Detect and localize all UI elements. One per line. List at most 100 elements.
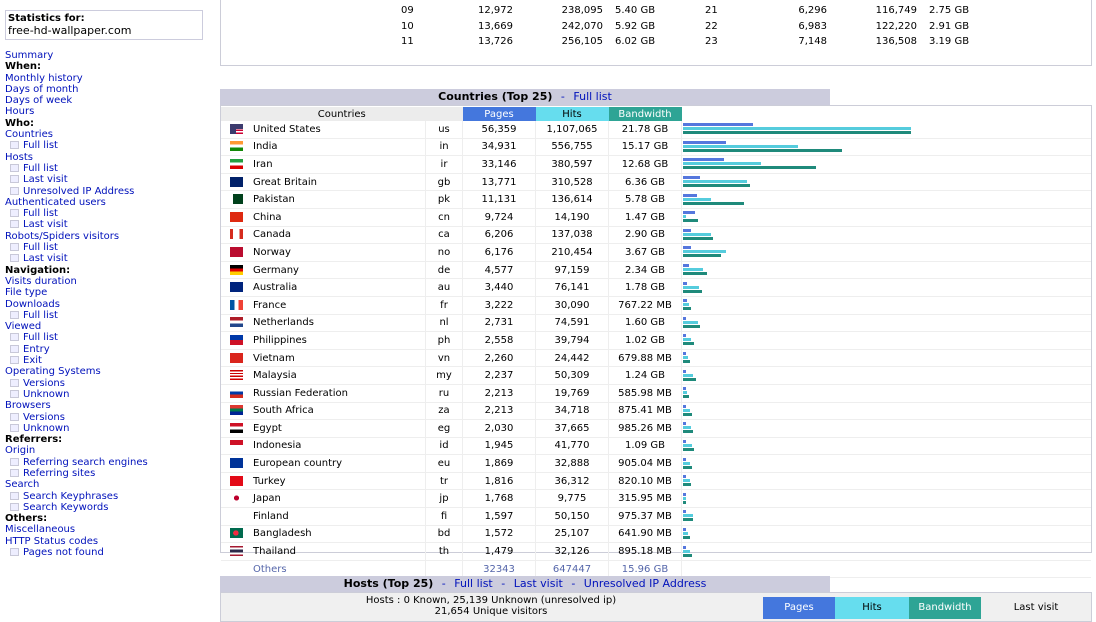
country-bandwidth: 895.18 MB — [608, 542, 682, 561]
menu-hosts[interactable]: Hosts — [5, 152, 205, 163]
country-bandwidth: 985.26 MB — [608, 419, 682, 438]
hours-row: 09 12,972 238,095 5.40 GB 21 6,296 116,749 2.75… — [401, 3, 989, 19]
country-pages: 56,359 — [462, 121, 536, 139]
country-bars — [682, 386, 1091, 400]
menu-summary[interactable]: Summary — [5, 50, 205, 61]
country-name: Vietnam — [251, 349, 426, 368]
menu-countries-full-list[interactable]: Full list — [5, 140, 205, 151]
menu-label: Days of week — [5, 95, 73, 107]
hits-bar — [683, 250, 727, 254]
country-pages: 6,206 — [462, 226, 536, 245]
menu-pages-not-found[interactable]: Pages not found — [5, 547, 205, 558]
country-bandwidth: 1.60 GB — [608, 314, 682, 333]
menu-downloads-full-list[interactable]: Full list — [5, 310, 205, 321]
menu-robots-last-visit[interactable]: Last visit — [5, 253, 205, 264]
menu-hosts-full-list[interactable]: Full list — [5, 163, 205, 174]
country-hits: 97,159 — [535, 261, 609, 280]
country-row: Finland fi 1,597 50,150 975.37 MB — [221, 507, 1091, 526]
menu-browsers[interactable]: Browsers — [5, 400, 205, 411]
menu-operating-systems[interactable]: Operating Systems — [5, 366, 205, 377]
menu-label: Full list — [23, 309, 58, 321]
menu-os-unknown[interactable]: Unknown — [5, 389, 205, 400]
menu-label: Last visit — [23, 174, 68, 186]
submenu-icon — [10, 186, 19, 195]
country-graph — [681, 173, 1091, 192]
menu-label: Search Keyphrases — [23, 490, 119, 502]
menu-http-status-codes[interactable]: HTTP Status codes — [5, 536, 205, 547]
flag-ru-icon — [229, 387, 243, 398]
pages-bar — [683, 352, 686, 356]
menu-robots-full-list[interactable]: Full list — [5, 242, 205, 253]
hosts-summary-line1: Hosts : 0 Known, 25,139 Unknown (unresol… — [365, 595, 617, 606]
menu-browsers-versions[interactable]: Versions — [5, 412, 205, 423]
country-code: my — [425, 366, 463, 385]
country-bars — [682, 263, 1091, 277]
country-bandwidth: 12.68 GB — [608, 155, 682, 174]
menu-countries[interactable]: Countries — [5, 129, 205, 140]
menu-referring-search-engines[interactable]: Referring search engines — [5, 457, 205, 468]
menu-file-type[interactable]: File type — [5, 287, 205, 298]
hosts-unresolved-ip-link[interactable]: Unresolved IP Address — [584, 577, 707, 590]
menu-viewed-exit[interactable]: Exit — [5, 355, 205, 366]
menu-os-versions[interactable]: Versions — [5, 378, 205, 389]
menu-visits-duration[interactable]: Visits duration — [5, 276, 205, 287]
hosts-table-box: Hosts : 0 Known, 25,139 Unknown (unresol… — [220, 592, 1092, 622]
country-bars — [682, 439, 1091, 453]
country-row: European country eu 1,869 32,888 905.04 MB — [221, 454, 1091, 473]
menu-search-keywords[interactable]: Search Keywords — [5, 502, 205, 513]
menu-hosts-unresolved-ip[interactable]: Unresolved IP Address — [5, 186, 205, 197]
country-code: ir — [425, 155, 463, 174]
country-pages: 4,577 — [462, 261, 536, 280]
country-graph — [681, 454, 1091, 473]
menu-hours[interactable]: Hours — [5, 106, 205, 117]
country-row: China cn 9,724 14,190 1.47 GB — [221, 208, 1091, 227]
menu-downloads[interactable]: Downloads — [5, 299, 205, 310]
hours-cell: 6,296 — [798, 5, 827, 17]
menu-search[interactable]: Search — [5, 479, 205, 490]
menu-referring-sites[interactable]: Referring sites — [5, 468, 205, 479]
country-hits: 30,090 — [535, 296, 609, 315]
flag-cell — [221, 384, 251, 403]
header-graph — [682, 107, 1092, 121]
hosts-last-visit-link[interactable]: Last visit — [514, 577, 563, 590]
menu-label: Last visit — [23, 253, 68, 265]
menu-origin[interactable]: Origin — [5, 445, 205, 456]
flag-cell — [221, 366, 251, 385]
country-hits: 37,665 — [535, 419, 609, 438]
menu-hosts-last-visit[interactable]: Last visit — [5, 174, 205, 185]
menu-robots[interactable]: Robots/Spiders visitors — [5, 231, 205, 242]
menu-miscellaneous[interactable]: Miscellaneous — [5, 524, 205, 535]
country-bandwidth: 679.88 MB — [608, 349, 682, 368]
statistics-for-box: Statistics for: free-hd-wallpaper.com — [5, 10, 203, 40]
country-pages: 34,931 — [462, 138, 536, 157]
menu-label: Operating Systems — [5, 366, 101, 378]
menu-viewed-entry[interactable]: Entry — [5, 344, 205, 355]
hours-cell: 21 — [705, 5, 718, 17]
bandwidth-bar — [683, 447, 695, 451]
bandwidth-bar — [683, 254, 722, 258]
countries-header-row: Countries Pages Hits Bandwidth — [221, 107, 1091, 121]
countries-full-list-link[interactable]: Full list — [573, 90, 611, 103]
menu-authenticated-users[interactable]: Authenticated users — [5, 197, 205, 208]
menu-viewed[interactable]: Viewed — [5, 321, 205, 332]
bandwidth-bar — [683, 272, 708, 276]
country-graph — [681, 261, 1091, 280]
hours-cell: 122,220 — [875, 20, 917, 32]
menu-days-of-month[interactable]: Days of month — [5, 84, 205, 95]
menu-auth-full-list[interactable]: Full list — [5, 208, 205, 219]
menu-monthly-history[interactable]: Monthly history — [5, 73, 205, 84]
country-bars — [682, 281, 1091, 295]
menu-browsers-unknown[interactable]: Unknown — [5, 423, 205, 434]
menu-auth-last-visit[interactable]: Last visit — [5, 219, 205, 230]
flag-cell — [221, 190, 251, 209]
bandwidth-bar — [683, 360, 690, 364]
hosts-full-list-link[interactable]: Full list — [454, 577, 492, 590]
menu-days-of-week[interactable]: Days of week — [5, 95, 205, 106]
hits-bar — [683, 215, 686, 219]
pages-bar — [683, 176, 701, 180]
country-bars — [682, 369, 1091, 383]
bandwidth-bar — [683, 465, 693, 469]
menu-viewed-full-list[interactable]: Full list — [5, 332, 205, 343]
menu-search-keyphrases[interactable]: Search Keyphrases — [5, 491, 205, 502]
menu-label: Who: — [5, 117, 35, 129]
